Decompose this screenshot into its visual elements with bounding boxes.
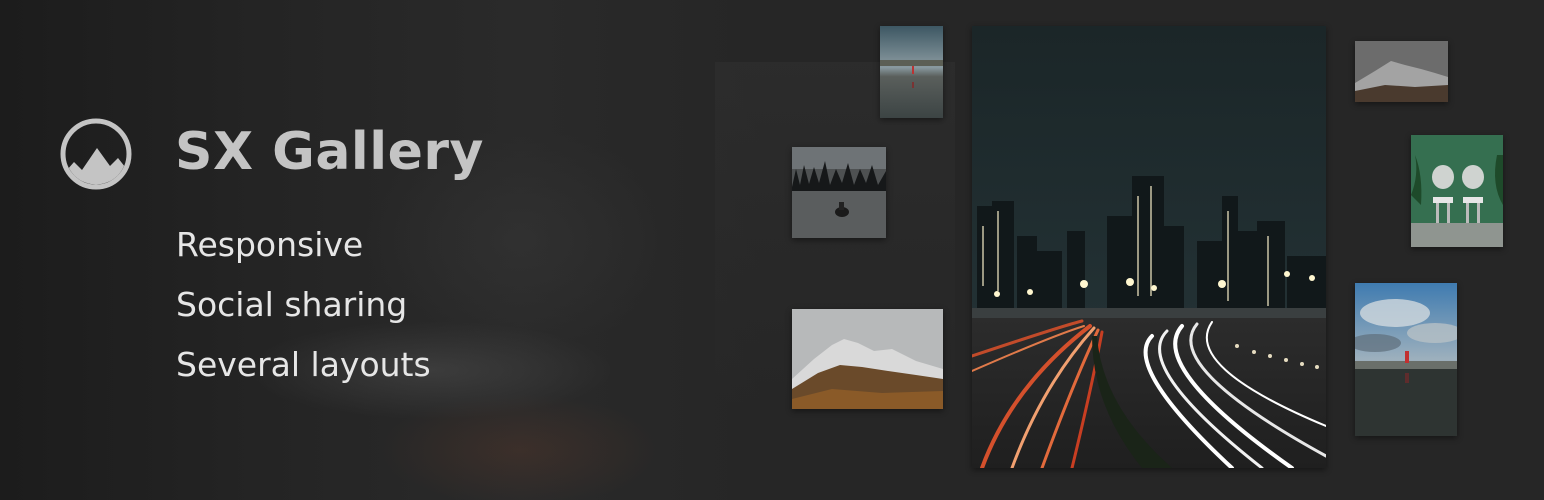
- app-title: SX Gallery: [175, 122, 484, 182]
- lake-reflection-photo: [880, 26, 943, 118]
- snowy-mountain-photo: [792, 309, 943, 409]
- feature-responsive: Responsive: [176, 225, 364, 264]
- feature-several-layouts: Several layouts: [176, 345, 431, 384]
- feature-social-sharing: Social sharing: [176, 285, 408, 324]
- city-night-traffic-photo: [972, 26, 1326, 468]
- green-bathroom-photo: [1411, 135, 1503, 247]
- snowmobile-forest-photo: [792, 147, 886, 238]
- cloudy-coast-photo: [1355, 283, 1457, 436]
- mountain-ridge-photo: [1355, 41, 1448, 102]
- mountain-circle-icon: [60, 118, 132, 190]
